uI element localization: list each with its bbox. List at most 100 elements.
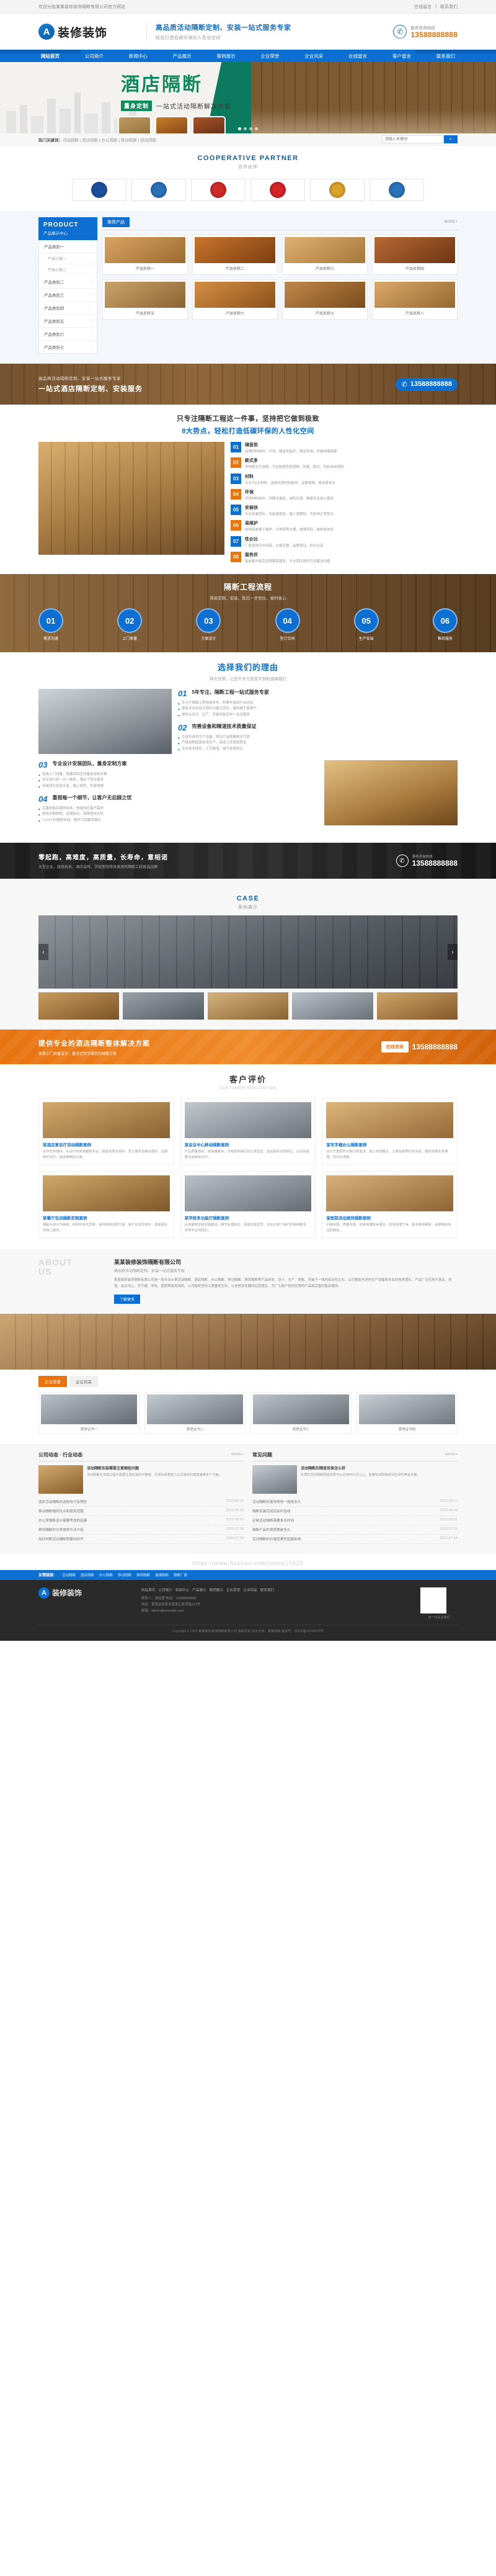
tab-honor[interactable]: 企业荣誉	[38, 1375, 67, 1387]
faq-list-item[interactable]: 隔断安装完成后如何验收 2023-08-08	[252, 1507, 458, 1516]
chevron-left-icon[interactable]: ‹	[38, 944, 48, 960]
friendly-link[interactable]: 屏风隔断	[136, 1573, 150, 1577]
search-icon[interactable]: ⌕	[444, 135, 458, 143]
product-category[interactable]: 产品类别六 ›	[39, 328, 97, 341]
case-thumb[interactable]	[38, 992, 120, 1020]
product-tab-recommended[interactable]: 推荐产品	[102, 217, 130, 227]
footer-logo[interactable]: A 装修装饰	[38, 1587, 131, 1599]
footer-nav-item[interactable]: 公司简介	[158, 1587, 172, 1592]
nav-item-honor[interactable]: 企业荣誉	[258, 53, 281, 60]
faq-more-link[interactable]: MORE+	[445, 1453, 458, 1456]
news-more-link[interactable]: MORE+	[231, 1453, 244, 1456]
testimonial-card[interactable]: 某餐厅包间隔断定制案例 隔断外观大气美观，材料环保无异味，操作使用也很方便，客户反…	[38, 1171, 174, 1238]
product-more-link[interactable]: MORE+	[444, 220, 458, 224]
faq-list-item[interactable]: 隔断产品的保修期是多久 2023-07-25	[252, 1525, 458, 1535]
product-card[interactable]: 产品名称五	[102, 279, 188, 320]
keywords-list[interactable]: 活动隔断 | 酒店隔断 | 办公隔断 | 移动隔断 | 屏风隔断	[63, 138, 156, 143]
faq-list-item[interactable]: 活动隔断的价格受哪些因素影响 2023-07-18	[252, 1535, 458, 1544]
footer-nav-item[interactable]: 联系我们	[260, 1587, 274, 1592]
footer-nav-item[interactable]: 案例展示	[210, 1587, 223, 1592]
product-category[interactable]: 产品类别三 ›	[39, 289, 97, 302]
case-thumb[interactable]	[123, 992, 204, 1020]
nav-item-message[interactable]: 在线留言	[346, 53, 370, 60]
case-thumb[interactable]	[376, 992, 458, 1020]
testimonial-card[interactable]: 某会议中心移动隔断案例 产品质量很好，安装速度快，没有影响我们的正常营业，售后服务…	[180, 1098, 316, 1165]
friendly-link[interactable]: 活动隔断	[62, 1573, 76, 1577]
honor-card[interactable]: 荣誉证书二	[144, 1391, 246, 1434]
process-step[interactable]: 02 上门测量	[117, 608, 143, 641]
product-category[interactable]: 产品类别一 ›	[39, 240, 97, 253]
friendly-link[interactable]: 玻璃隔断	[155, 1573, 169, 1577]
product-subcategory[interactable]: 产品小类二	[39, 264, 97, 276]
nav-item-news[interactable]: 新闻中心	[126, 53, 150, 60]
footer-nav-item[interactable]: 新闻中心	[175, 1587, 189, 1592]
banner-dot[interactable]	[249, 127, 252, 130]
nav-item-contact[interactable]: 联系我们	[434, 53, 458, 60]
friendly-link[interactable]: 办公隔断	[99, 1573, 113, 1577]
product-category[interactable]: 产品类别二 ›	[39, 276, 97, 289]
search-input[interactable]	[382, 135, 444, 143]
friendly-link[interactable]: 移动隔断	[118, 1573, 131, 1577]
product-card[interactable]: 产品名称四	[372, 235, 458, 275]
nav-item-about[interactable]: 公司简介	[82, 53, 106, 60]
nav-item-cases[interactable]: 案例展示	[215, 53, 238, 60]
process-step[interactable]: 04 签订合同	[275, 608, 300, 641]
case-thumb[interactable]	[207, 992, 289, 1020]
product-card[interactable]: 产品名称三	[282, 235, 368, 275]
honor-card[interactable]: 荣誉证书三	[250, 1391, 352, 1434]
tab-gallery[interactable]: 企业风采	[69, 1375, 98, 1387]
banner-dot[interactable]	[244, 127, 247, 130]
friendly-link[interactable]: 隔断厂家	[174, 1573, 187, 1577]
faq-list-item[interactable]: 活动隔断的使用寿命一般是多久 2023-08-12	[252, 1497, 458, 1507]
partner-logo-item[interactable]	[250, 179, 305, 201]
testimonial-card[interactable]: 某酒店宴会厅活动隔断案例 合作非常愉快，从设计到安装都很专业，隔音效果非常好，员工…	[38, 1098, 174, 1165]
case-thumb[interactable]	[292, 992, 373, 1020]
dark-cta-phone[interactable]: ✆ 服务咨询热线 13588888888	[396, 854, 458, 868]
partner-logo-item[interactable]	[191, 179, 246, 201]
process-step[interactable]: 01 需求沟通	[38, 608, 63, 641]
partner-logo-item[interactable]	[310, 179, 365, 201]
product-card[interactable]: 产品名称六	[192, 279, 278, 320]
process-step[interactable]: 03 方案设计	[196, 608, 221, 641]
footer-nav-item[interactable]: 产品展示	[192, 1587, 206, 1592]
product-subcategory[interactable]: 产品小类一	[39, 253, 97, 264]
news-list-item[interactable]: 酒店活动隔断的选购技巧有哪些 2023-08-15	[38, 1497, 244, 1507]
footer-nav-item[interactable]: 网站首页	[141, 1587, 155, 1592]
nav-item-feedback[interactable]: 客户留言	[390, 53, 414, 60]
footer-nav-item[interactable]: 企业荣誉	[226, 1587, 240, 1592]
news-list-item[interactable]: 如何判断活动隔断质量的好坏 2023-07-20	[38, 1535, 244, 1544]
news-feature[interactable]: 活动隔断安装需要注意哪些问题 活动隔断在安装过程中需要注意轨道的平整度、吊顶的承…	[38, 1465, 244, 1494]
partner-logo-item[interactable]	[370, 179, 424, 201]
about-more-button[interactable]: 了解更多	[114, 1294, 141, 1304]
banner-thumb[interactable]	[155, 116, 188, 133]
product-card[interactable]: 产品名称一	[102, 235, 188, 275]
footer-nav-item[interactable]: 企业风采	[243, 1587, 257, 1592]
nav-item-products[interactable]: 产品展示	[170, 53, 194, 60]
banner-dot[interactable]	[255, 127, 258, 130]
product-category[interactable]: 产品类别四 ›	[39, 302, 97, 315]
process-step[interactable]: 05 生产安装	[353, 608, 379, 641]
faq-list-item[interactable]: 定制活动隔断需要多长时间 2023-08-01	[252, 1516, 458, 1525]
news-list-item[interactable]: 办公室隔断设计需要考虑的因素 2023-08-05	[38, 1516, 244, 1525]
news-list-item[interactable]: 移动隔断墙的优点和使用范围 2023-08-10	[38, 1507, 244, 1516]
partner-logo-item[interactable]	[72, 179, 126, 201]
topbar-link-contact[interactable]: 联系我们	[440, 4, 458, 10]
product-card[interactable]: 产品名称七	[282, 279, 368, 320]
cta-phone-button[interactable]: ✆ 13588888888	[396, 377, 458, 391]
nav-item-home[interactable]: 网站首页	[38, 53, 62, 60]
news-list-item[interactable]: 屏风隔断的日常保养方法介绍 2023-07-28	[38, 1525, 244, 1535]
process-step[interactable]: 06 售后服务	[432, 608, 458, 641]
testimonial-card[interactable]: 某学校多功能厅隔断案例 从测量到安装全程跟进，细节处理到位，隔音性能优异，完全达到…	[180, 1171, 316, 1238]
friendly-link[interactable]: 酒店隔断	[81, 1573, 94, 1577]
banner-thumb[interactable]	[118, 116, 151, 133]
nav-item-gallery[interactable]: 企业风采	[302, 53, 326, 60]
honor-card[interactable]: 荣誉证书一	[38, 1391, 140, 1434]
honor-card[interactable]: 荣誉证书四	[356, 1391, 458, 1434]
product-card[interactable]: 产品名称八	[372, 279, 458, 320]
product-category[interactable]: 产品类别五 ›	[39, 315, 97, 328]
product-category[interactable]: 产品类别七 ›	[39, 341, 97, 353]
topbar-link-message[interactable]: 在线留言	[414, 4, 432, 10]
banner-dot[interactable]	[238, 127, 241, 130]
chevron-right-icon[interactable]: ›	[448, 944, 458, 960]
logo[interactable]: A 装修装饰	[38, 24, 138, 40]
